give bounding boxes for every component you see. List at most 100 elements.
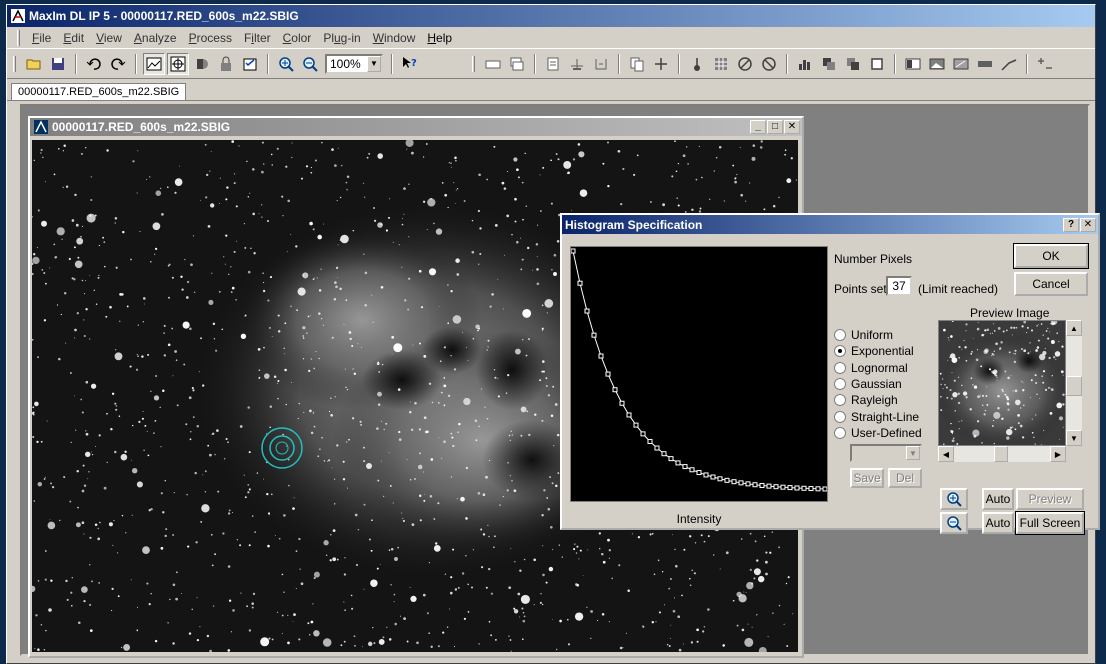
auto-preview-toggle[interactable]: Auto [982, 488, 1014, 510]
radio-button[interactable] [834, 410, 846, 423]
menu-help[interactable]: Help [421, 31, 458, 45]
star [212, 432, 215, 435]
dialog-close-button[interactable]: ✕ [1080, 217, 1096, 232]
distribution-option-straight-line[interactable]: Straight-Line [834, 410, 919, 424]
preview-zoom-out-button[interactable] [940, 512, 968, 534]
radio-button[interactable] [834, 394, 846, 407]
tool-button-c[interactable] [590, 53, 612, 75]
scroll-down-icon[interactable]: ▼ [1066, 430, 1082, 446]
tool-button-m[interactable] [866, 53, 888, 75]
scroll-thumb[interactable] [994, 446, 1008, 462]
open-button[interactable] [23, 53, 45, 75]
star [950, 422, 952, 425]
points-set-field[interactable]: 37 [886, 276, 912, 296]
menu-plugin[interactable]: Plug-in [317, 31, 366, 45]
star [451, 436, 454, 439]
chevron-down-icon[interactable]: ▼ [367, 55, 381, 72]
tool-button-3[interactable] [191, 53, 213, 75]
menu-color[interactable]: Color [277, 31, 318, 45]
undo-button[interactable] [83, 53, 105, 75]
maximize-button[interactable]: □ [767, 120, 783, 134]
zoom-in-button[interactable] [275, 53, 297, 75]
distribution-option-rayleigh[interactable]: Rayleigh [834, 393, 898, 407]
menu-edit[interactable]: Edit [57, 31, 90, 45]
star [991, 370, 994, 374]
tool-button-stack[interactable] [506, 53, 528, 75]
menu-view[interactable]: View [90, 31, 128, 45]
crosshair-select-button[interactable] [167, 52, 189, 75]
radio-button[interactable] [834, 426, 846, 439]
star [540, 210, 542, 212]
scroll-right-icon[interactable]: ▶ [1050, 446, 1066, 462]
star [1036, 346, 1040, 349]
star [247, 484, 249, 486]
cancel-button[interactable]: Cancel [1014, 272, 1088, 296]
full-screen-button[interactable]: Full Screen [1015, 511, 1085, 535]
tool-button-e[interactable] [650, 53, 672, 75]
tool-button-calibrate[interactable] [482, 53, 504, 75]
preview-image[interactable] [938, 320, 1066, 446]
radio-button[interactable] [834, 329, 846, 341]
tool-button-o[interactable] [926, 53, 948, 75]
zoom-level-select[interactable]: 100% ▼ [325, 53, 383, 74]
tool-button-r[interactable] [998, 53, 1020, 75]
redo-button[interactable] [107, 53, 129, 75]
menu-process[interactable]: Process [183, 31, 238, 45]
screen-stretch-button[interactable] [143, 52, 165, 75]
tool-button-l[interactable] [842, 53, 864, 75]
menu-filter[interactable]: Filter [238, 31, 277, 45]
distribution-option-user-defined[interactable]: User-Defined [834, 426, 922, 440]
tool-button-f[interactable] [686, 53, 708, 75]
tool-button-n[interactable] [902, 53, 924, 75]
close-button[interactable]: ✕ [784, 120, 800, 134]
auto-fullscreen-toggle[interactable]: Auto [982, 512, 1014, 534]
tool-button-b[interactable] [566, 53, 588, 75]
preview-horizontal-scrollbar[interactable]: ◀ ▶ [938, 446, 1066, 462]
tool-button-s[interactable] [1034, 53, 1056, 75]
menu-grip[interactable] [17, 29, 20, 46]
radio-button[interactable] [834, 345, 846, 358]
menu-window[interactable]: Window [367, 31, 422, 45]
zoom-out-button[interactable] [299, 53, 321, 75]
tool-button-a[interactable] [542, 53, 564, 75]
tool-button-d[interactable] [626, 53, 648, 75]
tool-button-5[interactable] [239, 53, 261, 75]
scroll-up-icon[interactable]: ▲ [1066, 320, 1082, 336]
radio-button[interactable] [834, 361, 846, 374]
image-window-title-bar[interactable]: 00000117.RED_600s_m22.SBIG _ □ ✕ [30, 118, 802, 136]
tool-button-4[interactable] [215, 53, 237, 75]
save-button[interactable] [47, 53, 69, 75]
tool-button-j[interactable] [794, 53, 816, 75]
radio-button[interactable] [834, 377, 846, 390]
star [402, 517, 404, 519]
menu-analyze[interactable]: Analyze [128, 31, 183, 45]
ok-button[interactable]: OK [1013, 243, 1089, 269]
distribution-option-exponential[interactable]: Exponential [834, 344, 914, 358]
scroll-left-icon[interactable]: ◀ [938, 446, 954, 462]
distribution-option-gaussian[interactable]: Gaussian [834, 377, 902, 391]
star [122, 230, 125, 234]
document-tab[interactable]: 00000117.RED_600s_m22.SBIG [11, 83, 187, 100]
star [437, 402, 440, 404]
menu-file[interactable]: File [26, 31, 57, 45]
histogram-curve-plot[interactable] [570, 246, 828, 502]
tool-button-q[interactable] [974, 53, 996, 75]
minimize-button[interactable]: _ [750, 120, 766, 134]
context-help-button[interactable]: ? [399, 53, 421, 75]
tool-button-i[interactable] [758, 53, 780, 75]
star [419, 519, 422, 522]
tool-button-p[interactable] [950, 53, 972, 75]
preview-vertical-scrollbar[interactable]: ▲ ▼ [1066, 320, 1082, 446]
tool-button-k[interactable] [818, 53, 840, 75]
preview-zoom-in-button[interactable] [940, 488, 968, 510]
star [262, 272, 264, 274]
toolbar-grip[interactable] [13, 55, 16, 72]
toolbar2-grip[interactable] [472, 55, 475, 72]
tool-button-g[interactable] [710, 53, 732, 75]
distribution-option-uniform[interactable]: Uniform [834, 328, 893, 342]
dialog-title-bar[interactable]: Histogram Specification ? ✕ [562, 215, 1098, 234]
help-button[interactable]: ? [1063, 217, 1079, 232]
distribution-option-lognormal[interactable]: Lognormal [834, 361, 908, 375]
tool-button-h[interactable] [734, 53, 756, 75]
scroll-thumb[interactable] [1066, 376, 1082, 396]
